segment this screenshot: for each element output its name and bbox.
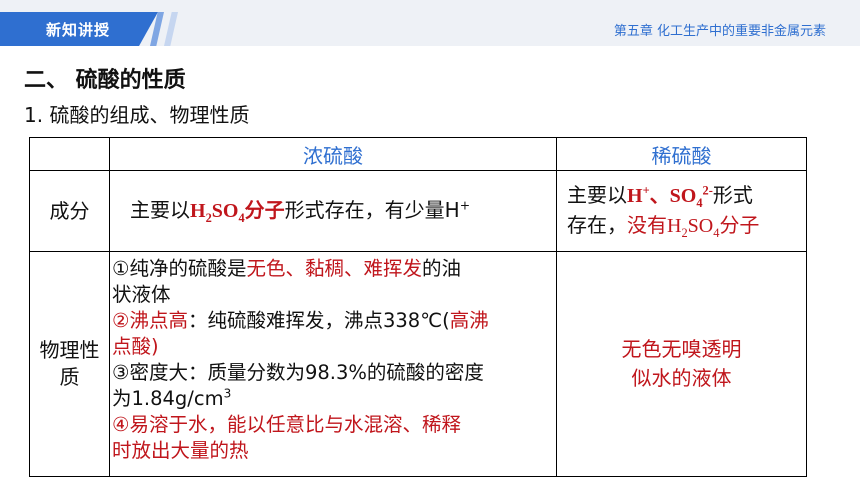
composition-dilute: 主要以H+、SO42-形式 存在，没有H2SO4分子 [556,170,807,252]
header-dilute: 稀硫酸 [556,137,807,171]
molecule-label: 分子 [244,198,285,222]
phys-line-3: ②沸点高：纯硫酸难挥发，沸点338℃(高沸 [112,309,489,332]
text-fragment: 形式存在，有少量H [284,198,460,222]
table-row-physical: 物理性 质 ①纯净的硫酸是无色、黏稠、难挥发的油 状液体 ②沸点高：纯硫酸难挥发… [29,251,807,477]
table-row-composition: 成分 主要以H2SO4分子形式存在，有少量H+ 主要以H+、SO42-形式 存在… [29,170,807,252]
composition-concentrated: 主要以H2SO4分子形式存在，有少量H+ [109,170,557,252]
section-tab-label: 新知讲授 [46,21,111,39]
formula-h2so4: H2SO4 [190,200,245,225]
phys-line-4: 点酸) [112,335,159,358]
table-header-row: 浓硫酸 稀硫酸 [29,137,807,171]
phys-line-6: 为1.84g/cm3 [112,386,232,410]
row-label-composition: 成分 [29,170,110,252]
composition-dilute-line1: 主要以H+、SO42-形式 [567,183,753,210]
charge-superscript: + [459,197,471,213]
physical-concentrated: ①纯净的硫酸是无色、黏稠、难挥发的油 状液体 ②沸点高：纯硫酸难挥发，沸点338… [109,251,557,477]
section-subtitle: 1. 硫酸的组成、物理性质 [24,103,250,127]
section-title: 二、 硫酸的性质 [24,68,186,93]
phys-line-1: ①纯净的硫酸是无色、黏稠、难挥发的油 [112,257,462,280]
row-label-physical: 物理性 质 [29,251,110,477]
phys-line-7: ④易溶于水，能以任意比与水混溶、稀释 [112,413,461,436]
composition-dilute-line2: 存在，没有H2SO4分子 [567,213,760,240]
phys-line-2: 状液体 [112,283,171,306]
chapter-title: 第五章 化工生产中的重要非金属元素 [613,24,826,39]
text-fragment: 主要以 [130,198,190,222]
physical-dilute: 无色无嗅透明 似水的液体 [556,251,807,477]
phys-line-8: 时放出大量的热 [112,439,249,462]
header-concentrated: 浓硫酸 [109,137,557,171]
header-cell-empty [29,137,110,171]
phys-line-5: ③密度大：质量分数为98.3%的硫酸的密度 [112,361,484,384]
sulfuric-acid-properties-table: 浓硫酸 稀硫酸 成分 主要以H2SO4分子形式存在，有少量H+ 主要以H+、SO… [29,137,807,477]
